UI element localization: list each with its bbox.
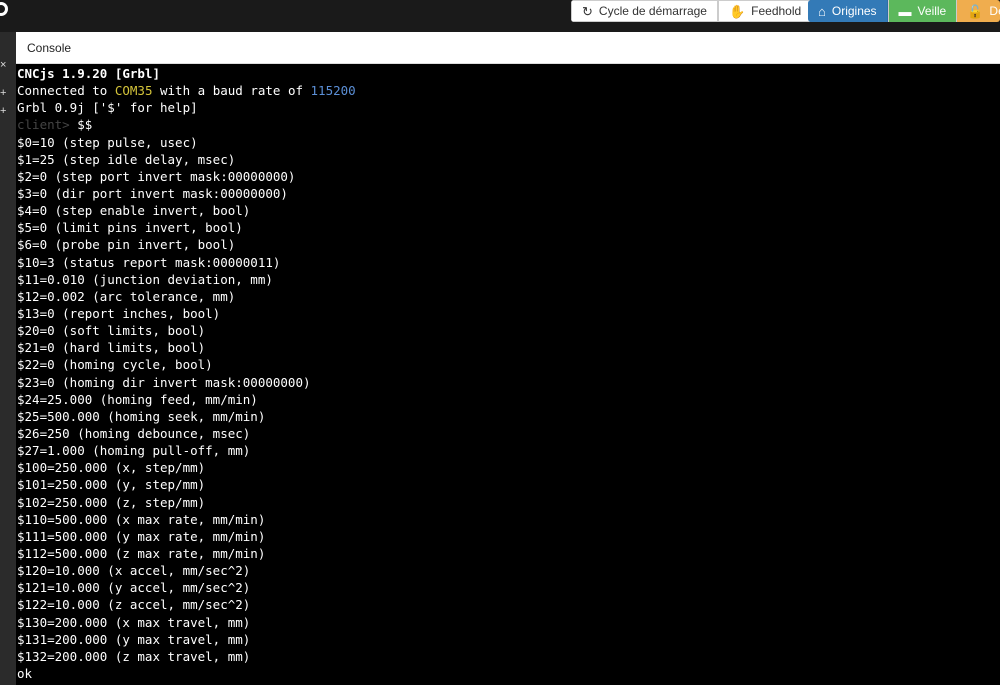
- setting-line: $23=0 (homing dir invert mask:00000000): [17, 374, 311, 390]
- workflow-button-group: ↻ Cycle de démarrage ✋ Feedhold: [571, 0, 813, 22]
- setting-line: $26=250 (homing debounce, msec): [17, 425, 251, 441]
- setting-line: $12=0.002 (arc tolerance, mm): [17, 288, 236, 304]
- setting-line: $4=0 (step enable invert, bool): [17, 203, 251, 219]
- setting-line: $20=0 (soft limits, bool): [17, 323, 206, 339]
- setting-line: $22=0 (homing cycle, bool): [17, 357, 213, 373]
- setting-line: $110=500.000 (x max rate, mm/min): [17, 511, 266, 527]
- cycle-start-label: Cycle de démarrage: [598, 4, 707, 18]
- port-name: COM35: [114, 83, 153, 99]
- top-toolbar: ↻ Cycle de démarrage ✋ Feedhold ⌂ Origin…: [0, 0, 1000, 32]
- hand-icon: ✋: [728, 3, 746, 19]
- grbl-line: Grbl 0.9j ['$' for help]: [17, 100, 198, 116]
- console-title: Console: [27, 40, 72, 55]
- setting-line: $3=0 (dir port invert mask:00000000): [17, 185, 288, 201]
- home-icon: ⌂: [818, 3, 826, 19]
- setting-line: $24=25.000 (homing feed, mm/min): [17, 391, 258, 407]
- setting-line: $27=1.000 (homing pull-off, mm): [17, 443, 251, 459]
- unlock-button[interactable]: 🔓 De: [956, 0, 1000, 22]
- settings-list: $0=10 (step pulse, usec) $1=25 (step idle…: [17, 134, 1000, 665]
- connection-prefix: Connected to: [17, 83, 115, 99]
- refresh-icon: ↻: [582, 3, 593, 19]
- setting-line: $111=500.000 (y max rate, mm/min): [17, 528, 266, 544]
- connection-middle: with a baud rate of: [152, 83, 311, 99]
- ok-line: ok: [17, 665, 33, 681]
- sleep-button[interactable]: ▬ Veille: [887, 0, 957, 22]
- setting-line: $112=500.000 (z max rate, mm/min): [17, 545, 266, 561]
- expand-icon-2[interactable]: +: [0, 106, 6, 117]
- setting-line: $5=0 (limit pins invert, bool): [17, 220, 243, 236]
- feedhold-button[interactable]: ✋ Feedhold: [717, 0, 813, 22]
- origins-label: Origines: [831, 4, 877, 18]
- setting-line: $122=10.000 (z accel, mm/sec^2): [17, 597, 251, 613]
- feedhold-label: Feedhold: [751, 4, 802, 18]
- setting-line: $6=0 (probe pin invert, bool): [17, 237, 236, 253]
- origins-button[interactable]: ⌂ Origines: [808, 0, 888, 22]
- baud-rate: 115200: [310, 83, 356, 99]
- setting-line: $0=10 (step pulse, usec): [17, 134, 198, 150]
- setting-line: $131=200.000 (y max travel, mm): [17, 631, 251, 647]
- setting-line: $130=200.000 (x max travel, mm): [17, 614, 251, 630]
- version-line: CNCjs 1.9.20 [Grbl]: [17, 66, 160, 81]
- console-output[interactable]: CNCjs 1.9.20 [Grbl] Connected to COM35 w…: [16, 64, 1000, 685]
- left-sidebar-strip: × + +: [0, 32, 16, 685]
- setting-line: $132=200.000 (z max travel, mm): [17, 648, 251, 664]
- setting-line: $10=3 (status report mask:00000011): [17, 254, 281, 270]
- unlock-icon: 🔓: [967, 3, 984, 19]
- cycle-start-button[interactable]: ↻ Cycle de démarrage: [571, 0, 718, 22]
- setting-line: $121=10.000 (y accel, mm/sec^2): [17, 580, 251, 596]
- sleep-label: Veille: [917, 4, 947, 18]
- setting-line: $13=0 (report inches, bool): [17, 305, 221, 321]
- unlock-label: De: [989, 4, 1000, 18]
- partial-logo-icon: [0, 2, 8, 16]
- setting-line: $101=250.000 (y, step/mm): [17, 477, 206, 493]
- expand-icon[interactable]: +: [0, 88, 6, 99]
- close-icon[interactable]: ×: [0, 60, 6, 71]
- setting-line: $120=10.000 (x accel, mm/sec^2): [17, 563, 251, 579]
- setting-line: $100=250.000 (x, step/mm): [17, 460, 206, 476]
- setting-line: $25=500.000 (homing seek, mm/min): [17, 408, 266, 424]
- setting-line: $1=25 (step idle delay, msec): [17, 151, 236, 167]
- console-header: Console: [16, 32, 1000, 64]
- setting-line: $2=0 (step port invert mask:00000000): [17, 168, 296, 184]
- setting-line: $102=250.000 (z, step/mm): [17, 494, 206, 510]
- prompt-label: client>: [17, 117, 70, 133]
- machine-button-group: ⌂ Origines ▬ Veille 🔓 De: [808, 0, 1000, 22]
- setting-line: $11=0.010 (junction deviation, mm): [17, 271, 273, 287]
- prompt-command: $$: [69, 117, 93, 133]
- setting-line: $21=0 (hard limits, bool): [17, 340, 206, 356]
- connection-line: Connected to COM35 with a baud rate of 1…: [17, 82, 1000, 99]
- prompt-line: client> $$: [17, 116, 1000, 133]
- bed-icon: ▬: [898, 3, 912, 19]
